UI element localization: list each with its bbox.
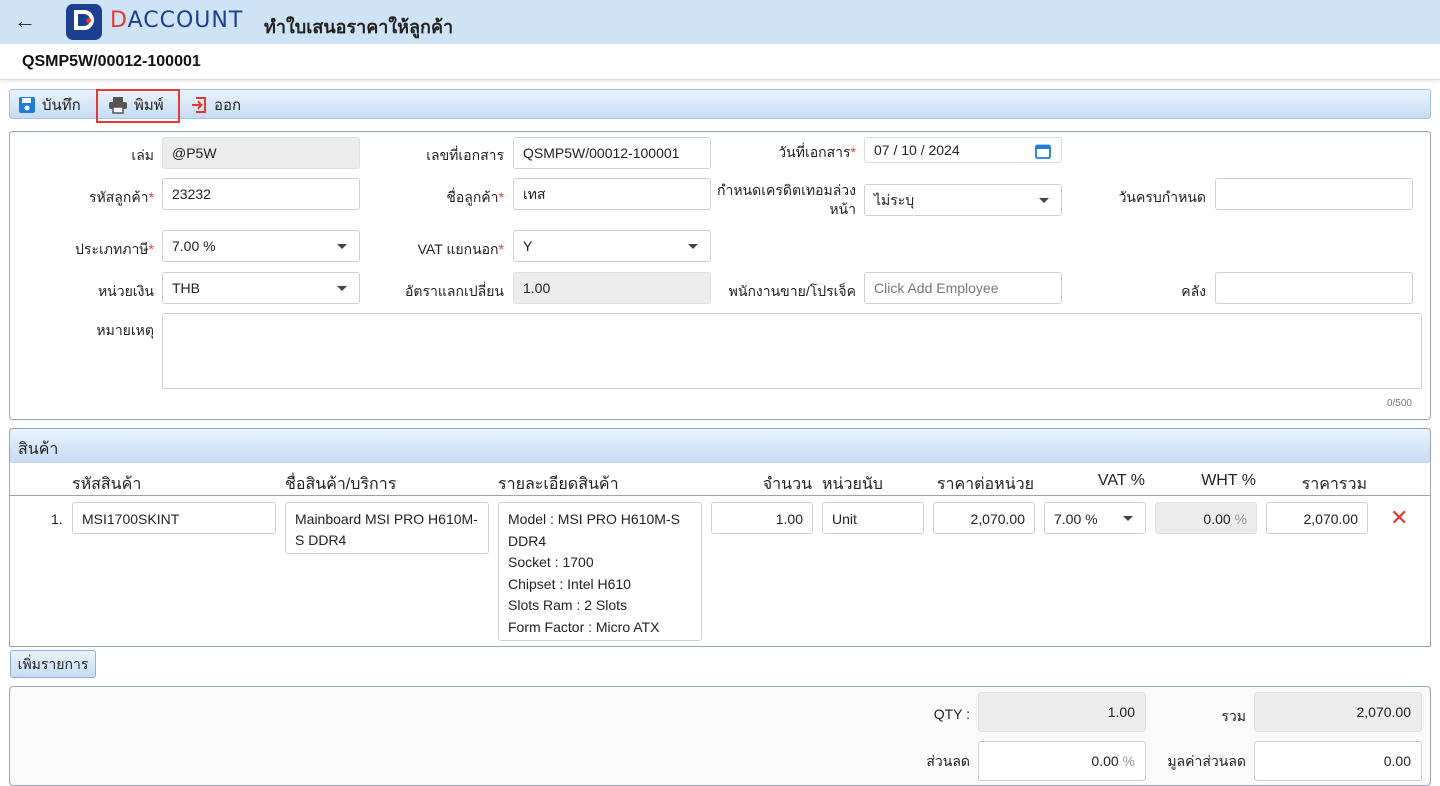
exit-button[interactable]: ออก — [190, 95, 241, 115]
col-product-code: รหัสสินค้า — [72, 476, 142, 493]
detail-line: Form Factor : Micro ATX — [508, 618, 660, 635]
exit-label: ออก — [214, 97, 242, 114]
vat-separate-label: VAT แยกนอก* — [417, 241, 504, 257]
note-label: หมายเหตุ — [96, 322, 154, 338]
detail-line: Slots Ram : 2 Slots — [508, 597, 628, 613]
customer-name-label: ชื่อลูกค้า* — [446, 189, 504, 205]
tax-type-value: 7.00 % — [172, 238, 216, 254]
row-product-detail-textarea[interactable]: Model : MSI PRO H610M-S DDR4 Socket : 17… — [498, 502, 702, 641]
discount-value: 0.00 — [1091, 753, 1119, 769]
row-index: 1. — [51, 511, 63, 527]
currency-select[interactable]: THB — [162, 272, 360, 304]
col-product-detail: รายละเอียดสินค้า — [498, 476, 619, 493]
print-label: พิมพ์ — [134, 97, 164, 114]
customer-code-field[interactable]: 23232 — [162, 178, 360, 210]
row-vat-select[interactable]: 7.00 % — [1044, 502, 1146, 534]
detail-line: Model : MSI PRO H610M-S — [508, 511, 680, 527]
printer-icon — [109, 97, 127, 114]
col-unit: หน่วยนับ — [822, 476, 883, 493]
add-item-button[interactable]: เพิ่มรายการ — [10, 650, 96, 678]
save-button[interactable]: บันทึก — [18, 95, 81, 115]
tax-type-label: ประเภทภาษี* — [75, 241, 154, 257]
due-date-field[interactable] — [1215, 178, 1413, 210]
vat-separate-value: Y — [523, 238, 533, 254]
row-product-name-input[interactable]: Mainboard MSI PRO H610M-S DDR4 — [285, 502, 489, 554]
vat-separate-select[interactable]: Y — [513, 230, 711, 262]
doc-date-label: วันที่เอกสาร* — [778, 144, 856, 160]
exchange-rate-field: 1.00 — [513, 272, 711, 304]
daccount-logo-text: DACCOUNT — [110, 8, 244, 33]
note-char-counter: 0/500 — [1386, 398, 1412, 409]
warehouse-field[interactable] — [1215, 272, 1413, 304]
book-label: เล่ม — [131, 147, 154, 163]
chevron-down-icon — [337, 286, 347, 291]
discount-input[interactable]: 0.00 % — [978, 741, 1146, 781]
customer-code-label: รหัสลูกค้า* — [88, 189, 154, 205]
currency-label: หน่วยเงิน — [97, 283, 154, 299]
discount-amount-input[interactable]: 0.00 — [1254, 741, 1422, 781]
note-textarea[interactable] — [162, 313, 1422, 389]
doc-number-field[interactable]: QSMP5W/00012-100001 — [513, 137, 711, 169]
col-quantity: จำนวน — [762, 476, 812, 493]
chevron-down-icon — [688, 244, 698, 249]
products-section-title: สินค้า — [18, 441, 59, 458]
col-product-name: ชื่อสินค้า/บริการ — [285, 476, 397, 493]
row-unit-price-input[interactable]: 2,070.00 — [933, 502, 1035, 534]
document-bar — [0, 44, 1440, 80]
doc-number-label: เลขที่เอกสาร — [426, 147, 504, 163]
back-arrow-icon[interactable]: ← — [14, 10, 38, 34]
daccount-logo-icon — [66, 4, 102, 40]
row-total-field[interactable]: 2,070.00 — [1266, 502, 1368, 534]
calendar-icon[interactable] — [1035, 143, 1051, 159]
customer-name-field[interactable]: เทส — [513, 178, 711, 210]
detail-line: Socket : 1700 — [508, 554, 594, 570]
row-vat-value: 7.00 % — [1054, 511, 1098, 527]
exit-icon — [192, 97, 206, 113]
floppy-disk-icon — [19, 97, 35, 113]
col-vat: VAT % — [1097, 472, 1145, 489]
sum-label: รวม — [1221, 708, 1246, 724]
sum-field: 2,070.00 — [1254, 692, 1422, 732]
warehouse-label: คลัง — [1181, 283, 1206, 299]
discount-suffix: % — [1122, 753, 1135, 769]
products-section-header — [9, 428, 1431, 462]
book-field: @P5W — [162, 137, 360, 169]
row-unit-input[interactable]: Unit — [822, 502, 924, 534]
save-label: บันทึก — [42, 97, 81, 114]
total-qty-label: QTY : — [933, 706, 970, 722]
employee-label: พนักงานขาย/โปรเจ็ค — [728, 283, 856, 299]
row-product-code-input[interactable]: MSI1700SKINT — [72, 502, 276, 534]
detail-line: DDR4 — [508, 532, 547, 549]
doc-date-input[interactable]: 07 / 10 / 2024 — [864, 137, 1062, 163]
doc-date-value: 07 / 10 / 2024 — [874, 142, 960, 158]
chevron-down-icon — [1039, 198, 1049, 203]
due-date-label: วันครบกำหนด — [1118, 189, 1206, 205]
detail-line: Chipset : Intel H610 — [508, 575, 631, 592]
row-wht-suffix: % — [1234, 511, 1247, 527]
credit-term-value: ไม่ระบุ — [874, 192, 915, 208]
print-button[interactable]: พิมพ์ — [108, 95, 164, 115]
row-wht-field: 0.00 % — [1155, 502, 1257, 534]
col-wht: WHT % — [1201, 472, 1256, 489]
currency-value: THB — [172, 280, 200, 296]
page-title: ทำใบเสนอราคาให้ลูกค้า — [264, 17, 454, 37]
row-wht-value: 0.00 — [1203, 511, 1231, 527]
credit-term-select[interactable]: ไม่ระบุ — [864, 184, 1062, 216]
document-number: QSMP5W/00012-100001 — [22, 53, 201, 70]
chevron-down-icon — [337, 244, 347, 249]
tax-type-select[interactable]: 7.00 % — [162, 230, 360, 262]
col-total: ราคารวม — [1301, 476, 1367, 493]
employee-input[interactable]: Click Add Employee — [864, 272, 1062, 304]
chevron-down-icon — [1123, 516, 1133, 521]
col-unit-price: ราคาต่อหน่วย — [936, 476, 1034, 493]
delete-row-close-icon[interactable]: ✕ — [1390, 506, 1408, 530]
exchange-rate-label: อัตราแลกเปลี่ยน — [405, 283, 504, 299]
total-qty-field: 1.00 — [978, 692, 1146, 732]
credit-term-label: กำหนดเครดิตเทอมล่วง หน้า — [716, 182, 856, 217]
discount-label: ส่วนลด — [926, 753, 970, 769]
row-quantity-input[interactable]: 1.00 — [711, 502, 813, 534]
discount-amount-label: มูลค่าส่วนลด — [1167, 753, 1246, 769]
